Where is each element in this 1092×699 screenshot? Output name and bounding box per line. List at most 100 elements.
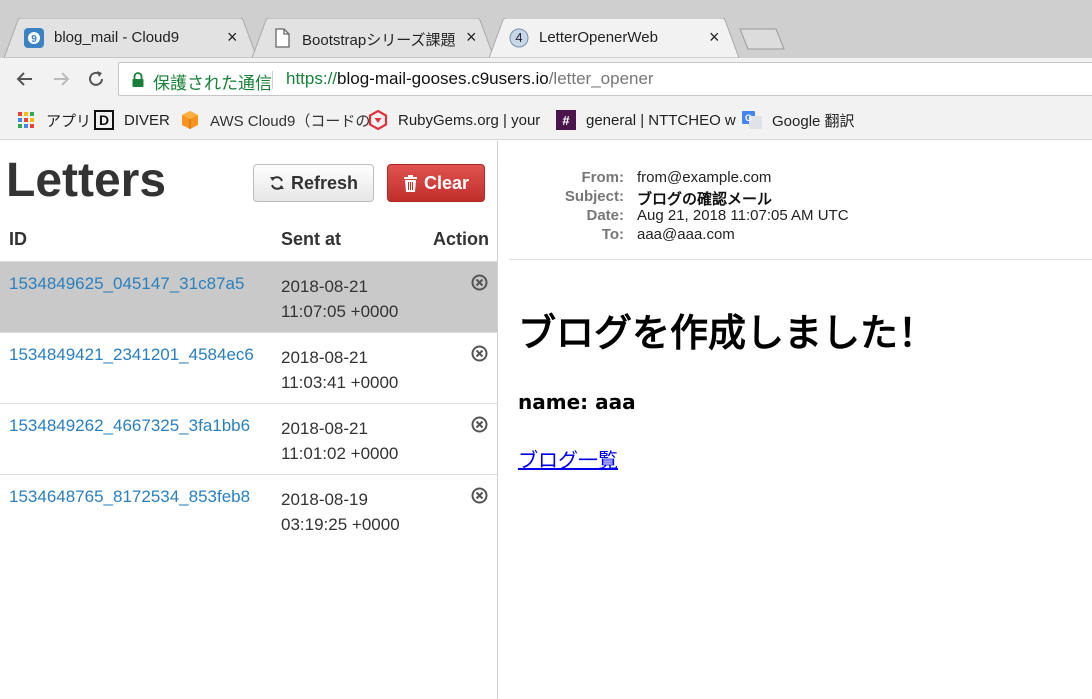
tab-title: blog_mail - Cloud9 (54, 29, 180, 46)
sent-date: 2018-08-21 (281, 277, 368, 296)
delete-circle-icon[interactable] (471, 274, 488, 291)
letter-row[interactable]: 1534849421_2341201_4584ec6 2018-08-21 11:… (0, 332, 497, 403)
url-protocol: https:// (286, 69, 338, 88)
svg-text:G: G (745, 113, 752, 123)
trash-icon (403, 174, 417, 192)
sent-time: 11:07:05 +0000 (281, 302, 399, 321)
lock-icon (132, 72, 144, 87)
bookmark-google-translate[interactable]: G Google 翻訳 (742, 110, 855, 130)
delete-circle-icon[interactable] (471, 416, 488, 433)
secure-connection-label[interactable]: 保護された通信 (153, 69, 272, 94)
sent-time: 11:03:41 +0000 (281, 373, 399, 392)
clear-label: Clear (423, 172, 470, 193)
tab-close-icon[interactable]: × (227, 27, 238, 47)
message-preview: From: from@example.com Subject: ブログの確認メー… (499, 141, 1092, 699)
letter-sent-at: 2018-08-19 03:19:25 +0000 (281, 487, 400, 537)
svg-text:9: 9 (31, 34, 37, 45)
bookmark-label: general | NTTCHEO w (586, 111, 736, 129)
bookmark-label: DIVER (124, 111, 170, 129)
new-tab-button[interactable] (738, 27, 788, 51)
bookmark-aws-cloud9[interactable]: AWS Cloud9（コードの (180, 110, 370, 130)
header-from: From: from@example.com (499, 169, 772, 188)
letter-sent-at: 2018-08-21 11:07:05 +0000 (281, 274, 398, 324)
header-value: aaa@aaa.com (637, 226, 735, 243)
bookmark-diver[interactable]: D DIVER (94, 110, 170, 130)
bookmark-label: アプリ (46, 112, 92, 130)
letter-sent-at: 2018-08-21 11:03:41 +0000 (281, 345, 398, 395)
bookmark-label: AWS Cloud9（コードの (210, 112, 371, 130)
letter-id-link[interactable]: 1534849625_045147_31c87a5 (9, 274, 244, 294)
tab-close-icon[interactable]: × (466, 27, 477, 47)
blog-list-link[interactable]: ブログ一覧 (518, 444, 618, 473)
back-button[interactable] (12, 66, 38, 92)
header-date: Date: Aug 21, 2018 11:07:05 AM UTC (499, 207, 848, 226)
header-divider (509, 259, 1092, 260)
document-icon (272, 28, 292, 48)
forward-button[interactable] (48, 66, 74, 92)
letter-sent-at: 2018-08-21 11:01:02 +0000 (281, 416, 398, 466)
refresh-icon (269, 176, 284, 190)
badge-number: 4 (515, 30, 523, 45)
slack-hash-icon: # (556, 110, 576, 130)
sent-date: 2018-08-21 (281, 419, 368, 438)
letters-panel: Letters Refresh Clear ID Sent at Action … (0, 141, 498, 699)
bookmark-label: Google 翻訳 (772, 112, 855, 130)
column-header-id: ID (9, 229, 27, 249)
header-key: Date: (586, 207, 624, 224)
clear-button[interactable]: Clear (387, 164, 485, 202)
letter-row[interactable]: 1534849625_045147_31c87a5 2018-08-21 11:0… (0, 261, 497, 332)
aws-cube-icon (180, 110, 200, 130)
cloud9-icon: 9 (24, 28, 44, 48)
letter-id-link[interactable]: 1534648765_8172534_853feb8 (9, 487, 250, 507)
letter-id-link[interactable]: 1534849262_4667325_3fa1bb6 (9, 416, 250, 436)
bookmarks-bar: アプリ D DIVER AWS Cloud9（コードの RubyGems.org… (0, 100, 1092, 140)
header-key: From: (581, 169, 625, 186)
tab-title: Bootstrapシリーズ課題 (302, 32, 456, 49)
refresh-button[interactable]: Refresh (253, 164, 374, 202)
tab-bootstrap[interactable]: Bootstrapシリーズ課題 × (252, 18, 494, 58)
tab-letteropenerweb[interactable]: 4 LetterOpenerWeb × (489, 18, 739, 58)
header-to: To: aaa@aaa.com (499, 226, 735, 245)
letter-row[interactable]: 1534849262_4667325_3fa1bb6 2018-08-21 11:… (0, 403, 497, 474)
header-value: Aug 21, 2018 11:07:05 AM UTC (637, 207, 849, 224)
tab-strip: 9 blog_mail - Cloud9 × Bootstrapシリーズ課題 ×… (0, 0, 1092, 58)
letters-table-header: ID Sent at Action (0, 225, 498, 261)
delete-circle-icon[interactable] (471, 345, 488, 362)
bookmark-apps[interactable]: アプリ (16, 110, 91, 130)
bookmark-slack-general[interactable]: # general | NTTCHEO w (556, 110, 736, 130)
refresh-label: Refresh (290, 172, 359, 193)
tab-close-icon[interactable]: × (709, 27, 720, 47)
header-subject: Subject: ブログの確認メール (499, 188, 772, 208)
navigation-toolbar: 保護された通信 https://blog-mail-gooses.c9users… (0, 58, 1092, 100)
sent-date: 2018-08-21 (281, 348, 368, 367)
bookmark-label: RubyGems.org | your (398, 111, 541, 129)
column-header-sent-at: Sent at (281, 229, 342, 249)
google-translate-icon: G (742, 110, 762, 130)
bookmark-rubygems[interactable]: RubyGems.org | your (368, 110, 540, 130)
url-path: /letter_opener (548, 69, 654, 88)
letter-row[interactable]: 1534648765_8172534_853feb8 2018-08-19 03:… (0, 474, 497, 545)
mail-heading: ブログを作成しました！ (518, 311, 937, 355)
address-separator (272, 71, 273, 89)
reload-button[interactable] (83, 66, 109, 92)
header-value: ブログの確認メール (637, 191, 773, 208)
delete-circle-icon[interactable] (471, 487, 488, 504)
tab-title: LetterOpenerWeb (539, 29, 658, 46)
rubygems-icon (368, 110, 388, 130)
tab-cloud9[interactable]: 9 blog_mail - Cloud9 × (4, 18, 257, 58)
letter-id-link[interactable]: 1534849421_2341201_4584ec6 (9, 345, 254, 365)
header-value: from@example.com (637, 169, 772, 186)
reload-icon (89, 71, 103, 86)
mail-name-line: name: aaa (518, 390, 636, 414)
sent-date: 2018-08-19 (281, 490, 368, 509)
badge-4-icon: 4 (509, 28, 529, 48)
url-text[interactable]: https://blog-mail-gooses.c9users.io/lett… (286, 69, 654, 89)
sent-time: 11:01:02 +0000 (281, 444, 399, 463)
sent-time: 03:19:25 +0000 (281, 515, 400, 534)
back-arrow-icon (16, 72, 32, 86)
header-key: Subject: (564, 188, 624, 205)
url-host: blog-mail-gooses.c9users.io (337, 69, 549, 88)
header-key: To: (601, 226, 624, 243)
diver-d-icon: D (94, 110, 114, 130)
address-bar[interactable]: 保護された通信 https://blog-mail-gooses.c9users… (118, 62, 1092, 96)
